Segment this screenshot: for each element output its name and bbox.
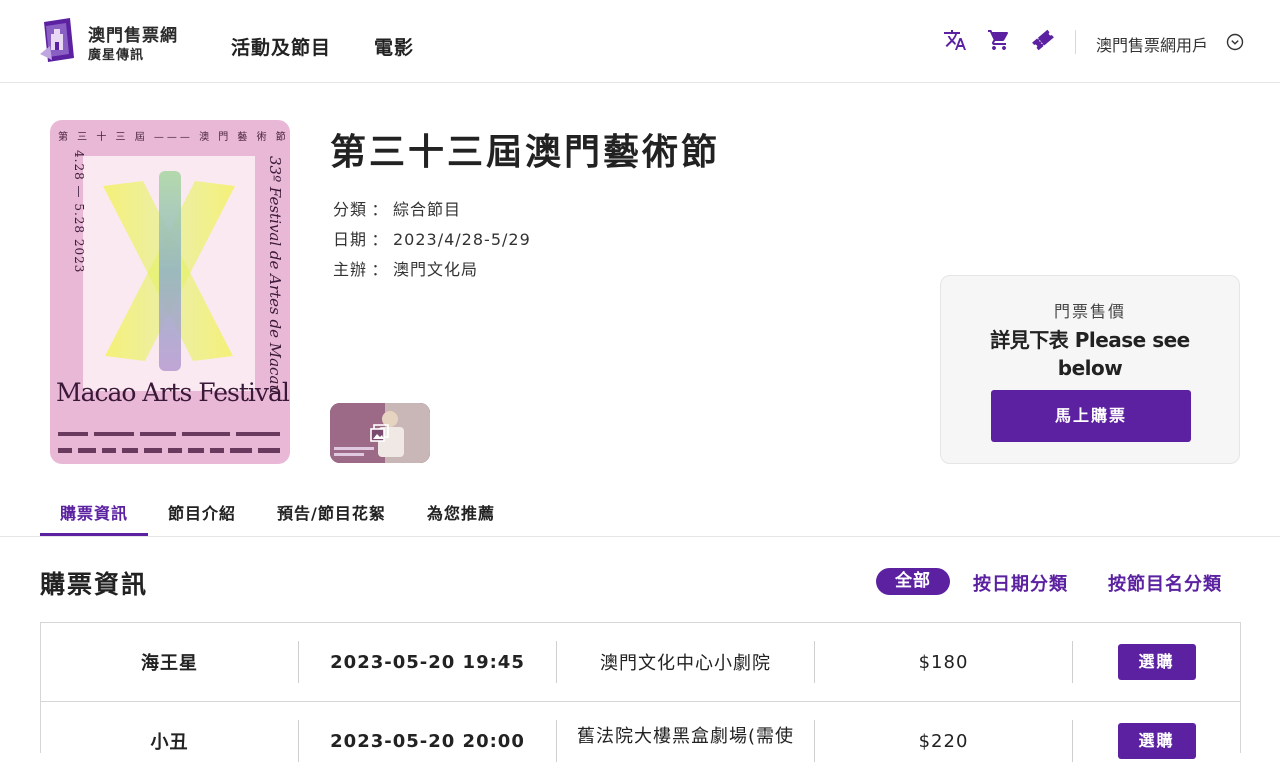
info-label: 主辦: [333, 260, 368, 279]
filter-all-button[interactable]: 全部: [876, 568, 950, 595]
logo-icon[interactable]: [36, 16, 78, 66]
price-card: 門票售價 詳見下表 Please see below 馬上購票: [940, 275, 1240, 464]
info-value: 綜合節目: [393, 200, 462, 219]
row-action-cell: 選購: [1073, 623, 1240, 701]
tab-trailers[interactable]: 預告/節目花絮: [277, 500, 386, 524]
tab-program-intro[interactable]: 節目介紹: [168, 500, 236, 524]
header-divider: [1075, 30, 1076, 54]
nav-movies[interactable]: 電影: [374, 33, 414, 60]
row-price: $180: [918, 651, 969, 673]
chevron-down-icon[interactable]: [1226, 33, 1244, 51]
filter-by-name[interactable]: 按節目名分類: [1108, 570, 1222, 596]
info-value: 澳門文化局: [393, 260, 479, 279]
media-thumbnail[interactable]: [330, 403, 430, 463]
table-row: 小丑 2023-05-20 20:00 舊法院大樓黑盒劇場(需使 $220 選購: [41, 701, 1240, 780]
ticket-table: 海王星 2023-05-20 19:45 澳門文化中心小劇院 $180 選購 小…: [40, 622, 1241, 762]
info-value: 2023/4/28-5/29: [393, 230, 531, 249]
table-row: 海王星 2023-05-20 19:45 澳門文化中心小劇院 $180 選購: [41, 623, 1240, 701]
event-info-category: 分類：綜合節目: [333, 196, 461, 220]
info-colon: ：: [371, 230, 389, 249]
poster-side-title: 33º Festival de Artes de Macau: [266, 156, 284, 395]
poster-dates: 4.28 — 5.28 2023: [72, 150, 86, 274]
row-venue: 舊法院大樓黑盒劇場(需使: [557, 702, 814, 780]
row-datetime: 2023-05-20 19:45: [330, 651, 525, 673]
row-venue-text: 舊法院大樓黑盒劇場(需使: [576, 726, 795, 747]
info-label: 日期: [333, 230, 368, 249]
site-header: 澳門售票網 廣星傳訊 活動及節目 電影 澳門售票網用戶: [0, 0, 1280, 83]
event-info-date: 日期： 2023/4/28-5/29: [333, 226, 531, 250]
image-gallery-icon: [370, 423, 390, 443]
brand-name[interactable]: 澳門售票網: [88, 21, 178, 46]
price-label: 門票售價: [1053, 302, 1126, 321]
brand-subtitle: 廣星傳訊: [88, 48, 145, 63]
content-tabs: 購票資訊 節目介紹 預告/節目花絮 為您推薦: [0, 490, 1280, 537]
tab-recommended[interactable]: 為您推薦: [427, 500, 495, 524]
event-info-organizer: 主辦：澳門文化局: [333, 256, 478, 280]
info-colon: ：: [371, 200, 389, 219]
row-price: $220: [918, 730, 969, 752]
cart-icon[interactable]: [987, 28, 1011, 52]
price-value: 詳見下表 Please see below: [990, 328, 1190, 380]
event-title: 第三十三屆澳門藝術節: [330, 132, 721, 173]
filter-by-date[interactable]: 按日期分類: [973, 570, 1068, 596]
row-program-name: 小丑: [150, 732, 189, 753]
poster-sponsor-logos: [58, 430, 282, 456]
row-datetime: 2023-05-20 20:00: [330, 730, 525, 752]
select-button[interactable]: 選購: [1117, 644, 1196, 680]
ticket-icon[interactable]: [1031, 28, 1055, 52]
poster-title: Macao Arts Festival: [56, 378, 290, 407]
row-action-cell: 選購: [1073, 702, 1240, 780]
translate-icon[interactable]: [943, 28, 967, 52]
row-program-name: 海王星: [141, 653, 198, 674]
select-button[interactable]: 選購: [1117, 723, 1196, 759]
section-title: 購票資訊: [40, 570, 149, 599]
user-menu-label[interactable]: 澳門售票網用戶: [1096, 32, 1208, 56]
poster-top-text: 第 三 十 三 屆 ——— 澳 門 藝 術 節: [58, 132, 289, 143]
info-label: 分類: [333, 200, 368, 219]
active-tab-indicator: [40, 533, 148, 536]
poster-artwork: [83, 156, 255, 391]
buy-now-button[interactable]: 馬上購票: [991, 390, 1191, 442]
info-colon: ：: [371, 260, 389, 279]
row-venue: 澳門文化中心小劇院: [600, 653, 771, 674]
nav-events[interactable]: 活動及節目: [231, 33, 331, 60]
tab-ticket-info[interactable]: 購票資訊: [60, 500, 128, 524]
event-poster[interactable]: 第 三 十 三 屆 ——— 澳 門 藝 術 節 4.28 — 5.28 2023…: [50, 120, 290, 464]
